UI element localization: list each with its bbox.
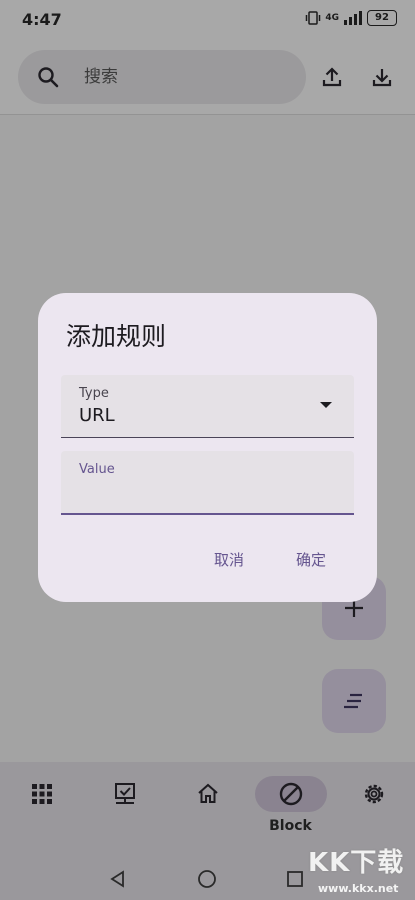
value-field-label: Value [79, 462, 115, 477]
download-icon [372, 69, 392, 87]
value-field[interactable]: Value [61, 451, 354, 515]
top-divider [0, 114, 415, 115]
watermark: KK下载 www.kkx.net [300, 842, 412, 900]
nav-indicator [89, 776, 161, 812]
home-circle-icon [198, 870, 216, 888]
home-system-button[interactable] [194, 866, 220, 892]
home-icon [197, 783, 218, 803]
upload-button[interactable] [312, 57, 352, 97]
search-bar[interactable] [18, 50, 306, 104]
add-rule-dialog: 添加规则 Type URL Value 取消 确定 [38, 293, 377, 602]
type-dropdown[interactable]: Type URL [61, 375, 354, 438]
back-button[interactable] [105, 866, 131, 892]
block-icon [279, 782, 302, 806]
status-bar: 4:47 4G 92 [0, 0, 415, 40]
top-bar [0, 40, 415, 114]
nav-label-block: Block [269, 818, 312, 834]
sort-icon [344, 693, 362, 709]
nav-indicator [6, 776, 78, 812]
monitor-check-icon [114, 783, 135, 804]
dialog-title: 添加规则 [66, 322, 167, 351]
vibrate-icon [306, 11, 321, 25]
nav-indicator [338, 776, 410, 812]
sort-fab[interactable] [322, 669, 386, 733]
download-button[interactable] [362, 57, 402, 97]
nav-item-home[interactable] [166, 762, 249, 858]
type-field-value: URL [79, 405, 115, 426]
signal-icon [344, 11, 362, 25]
cancel-button[interactable]: 取消 [206, 545, 252, 574]
watermark-logo: KK下载 [308, 848, 405, 878]
battery-icon: 92 [367, 10, 397, 26]
status-time: 4:47 [22, 10, 62, 29]
network-type: 4G [325, 13, 339, 23]
nav-item-monitor[interactable] [83, 762, 166, 858]
dropdown-arrow-icon [320, 402, 332, 408]
status-icons: 4G 92 [305, 10, 397, 26]
type-field-label: Type [79, 386, 109, 401]
back-triangle-icon [110, 870, 124, 888]
search-input[interactable] [82, 66, 286, 88]
search-icon [38, 67, 59, 88]
nav-item-apps[interactable] [0, 762, 83, 858]
confirm-button[interactable]: 确定 [288, 545, 334, 574]
upload-icon [322, 67, 342, 87]
watermark-url: www.kkx.net [318, 882, 399, 895]
gear-icon [364, 784, 383, 804]
nav-indicator [172, 776, 244, 812]
nav-indicator [254, 776, 327, 812]
apps-grid-icon [31, 784, 52, 804]
